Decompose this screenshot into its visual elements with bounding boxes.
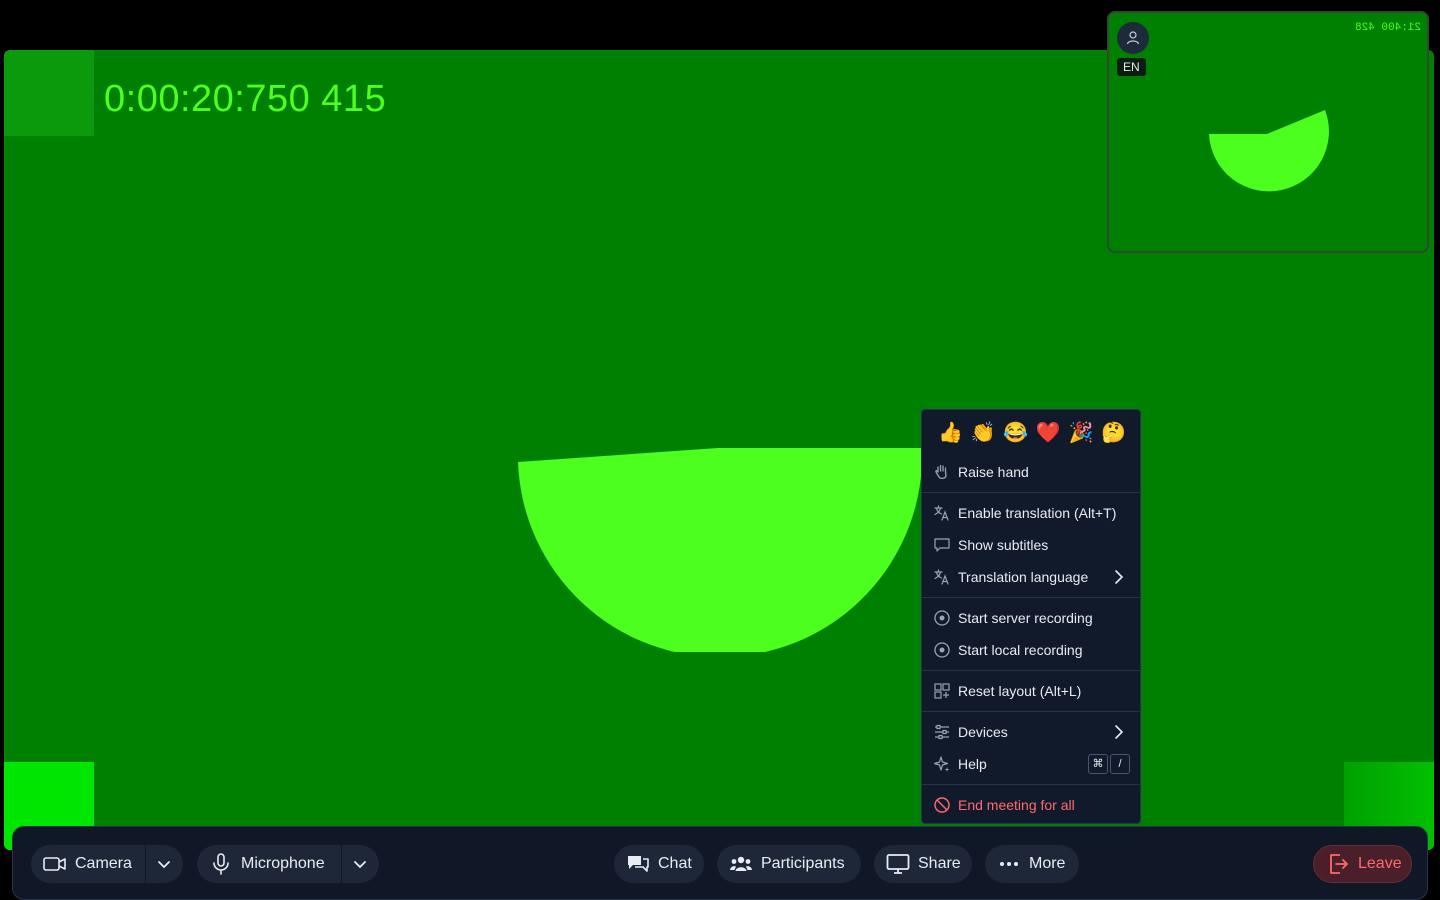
user-icon: [1126, 31, 1140, 45]
camera-icon: [43, 857, 66, 871]
microphone-options-button[interactable]: [341, 845, 379, 883]
chevron-right-icon: [1115, 570, 1124, 584]
self-view-shape: [1209, 110, 1329, 192]
microphone-button[interactable]: Microphone: [197, 845, 341, 883]
split-divider: [145, 845, 146, 883]
menu-item-translation-language[interactable]: Translation language: [922, 561, 1140, 593]
share-label: Share: [918, 855, 961, 872]
menu-divider: [922, 784, 1140, 785]
menu-divider: [922, 597, 1140, 598]
menu-item-label: Show subtitles: [958, 537, 1049, 553]
layout-grid-icon: [934, 683, 950, 699]
video-shape: [518, 448, 922, 652]
menu-item-label: Start local recording: [958, 642, 1083, 658]
sparkle-icon: [933, 756, 950, 772]
menu-item-help[interactable]: Help ⌘ /: [922, 748, 1140, 780]
menu-item-start-server-recording[interactable]: Start server recording: [922, 602, 1140, 634]
menu-item-label: Raise hand: [958, 464, 1029, 480]
microphone-button-group: Microphone: [197, 845, 379, 883]
chevron-right-icon: [1115, 725, 1124, 739]
speech-bubble-icon: [934, 538, 950, 552]
meeting-toolbar: Camera Microphone Chat Participants Shar…: [12, 826, 1428, 900]
record-icon: [934, 642, 950, 658]
menu-item-label: Reset layout (Alt+L): [958, 683, 1082, 699]
menu-item-label: End meeting for all: [958, 797, 1075, 813]
microphone-icon: [213, 853, 229, 875]
menu-item-label: Help: [958, 756, 987, 772]
menu-item-show-subtitles[interactable]: Show subtitles: [922, 529, 1140, 561]
language-badge: EN: [1117, 58, 1146, 76]
reaction-heart[interactable]: ❤️: [1036, 420, 1061, 456]
camera-options-button[interactable]: [145, 845, 183, 883]
more-dots-icon: [1000, 862, 1018, 866]
more-label: More: [1029, 855, 1066, 872]
hand-icon: [935, 464, 947, 480]
reaction-laugh[interactable]: 😂: [1003, 420, 1028, 456]
chat-button[interactable]: Chat: [614, 845, 704, 883]
split-divider: [341, 845, 342, 883]
menu-item-label: Translation language: [958, 569, 1089, 585]
menu-item-end-meeting[interactable]: End meeting for all: [922, 789, 1140, 821]
menu-item-start-local-recording[interactable]: Start local recording: [922, 634, 1140, 666]
corner-marker-top-left: [4, 50, 94, 136]
menu-divider: [922, 492, 1140, 493]
help-shortcut: ⌘ /: [1088, 754, 1130, 774]
more-button[interactable]: More: [985, 845, 1079, 883]
translate-icon: [934, 505, 949, 521]
self-view-timer: 21:400 428: [1354, 22, 1421, 34]
camera-button[interactable]: Camera: [31, 845, 145, 883]
chat-label: Chat: [658, 855, 692, 872]
menu-item-label: Start server recording: [958, 610, 1093, 626]
shortcut-key: /: [1110, 754, 1130, 774]
monitor-icon: [886, 854, 910, 874]
self-view-tile[interactable]: EN 21:400 428: [1107, 11, 1429, 253]
more-menu: 👍 👏 😂 ❤️ 🎉 🤔 Raise hand Enable translati…: [921, 409, 1141, 824]
share-button[interactable]: Share: [874, 845, 972, 883]
chat-icon: [628, 856, 649, 872]
camera-label: Camera: [75, 855, 132, 872]
reaction-row: 👍 👏 😂 ❤️ 🎉 🤔: [922, 410, 1140, 456]
leave-label: Leave: [1358, 855, 1402, 872]
exit-icon: [1330, 854, 1348, 874]
participants-label: Participants: [761, 855, 845, 872]
shortcut-key: ⌘: [1088, 754, 1108, 774]
leave-button[interactable]: Leave: [1313, 845, 1412, 883]
microphone-label: Microphone: [241, 855, 325, 872]
menu-item-devices[interactable]: Devices: [922, 716, 1140, 748]
translate-icon: [934, 569, 949, 585]
menu-item-enable-translation[interactable]: Enable translation (Alt+T): [922, 497, 1140, 529]
video-timer: 0:00:20:750 415: [104, 78, 387, 120]
reaction-clap[interactable]: 👏: [971, 420, 996, 456]
sliders-icon: [935, 724, 949, 740]
reaction-thinking[interactable]: 🤔: [1101, 420, 1126, 456]
menu-divider: [922, 670, 1140, 671]
menu-item-reset-layout[interactable]: Reset layout (Alt+L): [922, 675, 1140, 707]
participants-button[interactable]: Participants: [717, 845, 861, 883]
record-icon: [934, 610, 950, 626]
ban-icon: [934, 797, 950, 813]
camera-button-group: Camera: [31, 845, 183, 883]
menu-item-label: Devices: [958, 724, 1008, 740]
menu-divider: [922, 711, 1140, 712]
reaction-party[interactable]: 🎉: [1068, 420, 1093, 456]
avatar: [1117, 22, 1149, 54]
chevron-down-icon: [354, 861, 366, 869]
participants-icon: [730, 856, 752, 871]
menu-item-raise-hand[interactable]: Raise hand: [922, 456, 1140, 488]
menu-item-label: Enable translation (Alt+T): [958, 505, 1117, 521]
chevron-down-icon: [158, 861, 170, 869]
reaction-thumbs-up[interactable]: 👍: [938, 420, 963, 456]
